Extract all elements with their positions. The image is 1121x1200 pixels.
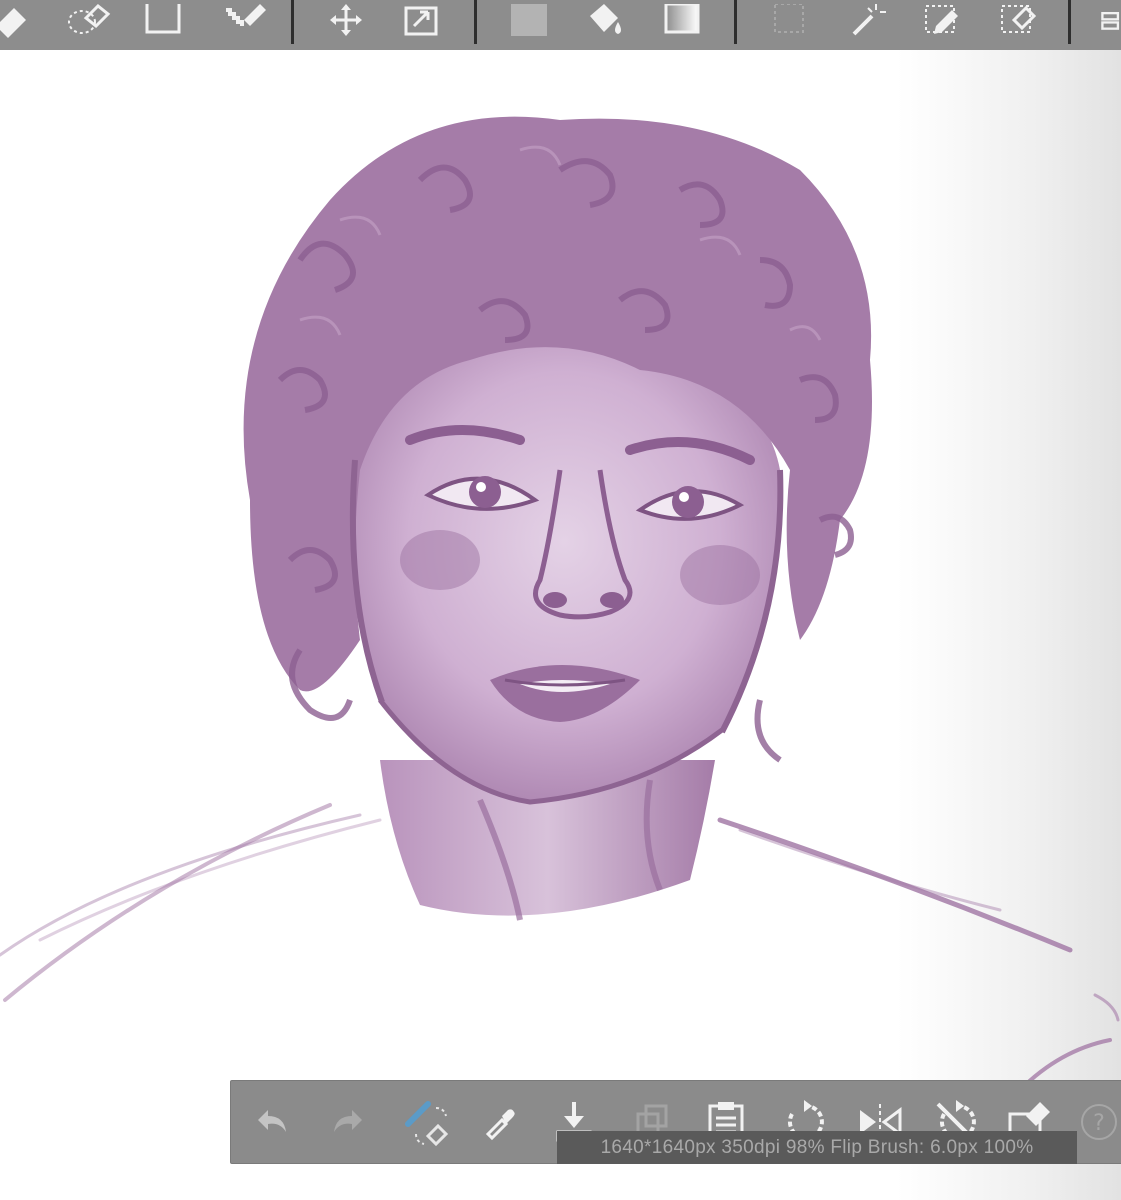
blank-layer-icon[interactable] [133, 0, 193, 48]
toolbar-separator [474, 0, 477, 44]
svg-text:?: ? [1093, 1111, 1105, 1136]
transform-icon[interactable] [392, 0, 452, 48]
select-pen-icon[interactable] [912, 0, 972, 48]
portrait-artwork [0, 116, 1120, 1092]
toolbar-separator [1068, 0, 1071, 44]
toolbar-separator [291, 0, 294, 44]
select-eraser-icon[interactable] [988, 0, 1048, 48]
gradient-icon[interactable] [652, 0, 712, 48]
rect-select-icon[interactable] [759, 0, 819, 48]
top-toolbar [0, 0, 1121, 50]
magic-wand-icon[interactable] [836, 0, 896, 48]
eraser-icon[interactable] [0, 0, 42, 48]
undo-icon[interactable] [247, 1097, 297, 1147]
color-swatch-icon[interactable] [499, 0, 559, 48]
redo-icon[interactable] [323, 1097, 373, 1147]
fill-bucket-icon[interactable] [574, 0, 634, 48]
status-bar: 1640*1640px 350dpi 98% Flip Brush: 6.0px… [557, 1131, 1077, 1164]
move-icon[interactable] [316, 0, 376, 48]
selection-eraser-icon[interactable] [60, 0, 120, 48]
drawing-canvas[interactable] [0, 50, 1121, 1200]
pixel-brush-icon[interactable] [215, 0, 275, 48]
help-icon[interactable]: ? [1079, 1097, 1121, 1147]
brush-eraser-toggle-icon[interactable] [401, 1097, 451, 1147]
eyedropper-icon[interactable] [475, 1097, 525, 1147]
toolbar-separator [734, 0, 737, 44]
layers-icon[interactable] [1090, 0, 1121, 48]
